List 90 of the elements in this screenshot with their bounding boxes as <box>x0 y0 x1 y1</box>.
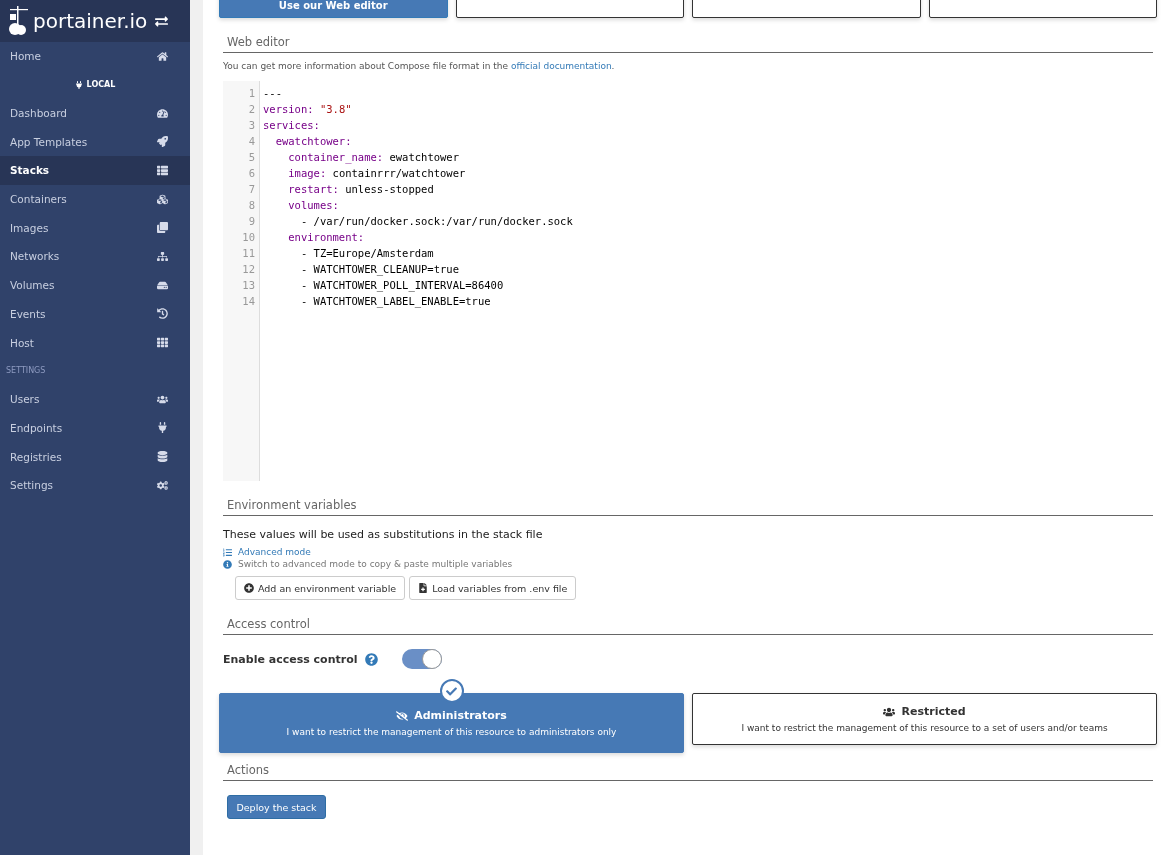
access-option[interactable]: Administrators I want to restrict the management of this resource to administrators only <box>219 693 684 753</box>
section-title: Environment variables <box>223 498 1153 516</box>
sidebar-item[interactable]: Volumes <box>0 270 190 300</box>
documentation-link[interactable]: official documentation <box>510 61 612 71</box>
line-number: 1 <box>248 86 256 101</box>
endpoint-name: LOCAL <box>86 80 116 90</box>
option-description: I want to restrict the management of this resource to administrators only <box>286 727 617 737</box>
line-number: 4 <box>248 134 256 149</box>
info-icon <box>223 559 232 569</box>
home-icon <box>157 50 168 62</box>
info-text: You can get more information about Compose file format in the official documentation. <box>222 61 616 71</box>
list-icon <box>157 164 168 176</box>
section-title: Access control <box>223 617 1153 635</box>
code-line: restart: unless-stopped <box>287 182 435 197</box>
option-description: I want to restrict the management of this resource to a set of users and/or teams <box>741 723 1108 733</box>
line-number: 7 <box>248 182 256 197</box>
line-number: 8 <box>248 198 256 213</box>
build-method-option[interactable]: Use our Web editor <box>219 0 448 18</box>
sidebar-item[interactable]: Events <box>0 299 190 329</box>
toggle-label: Enable access control <box>223 652 358 666</box>
line-number: 3 <box>248 118 256 133</box>
cogs-icon <box>157 479 168 491</box>
sidebar-item[interactable]: App Templates <box>0 127 190 157</box>
section-title: Web editor <box>223 35 1153 53</box>
code-line: - WATCHTOWER_CLEANUP=true <box>299 262 460 277</box>
option-title: Administrators <box>414 709 507 722</box>
sidebar-item[interactable]: Images <box>0 213 190 243</box>
database-icon <box>157 451 168 463</box>
line-number: 9 <box>248 214 256 229</box>
code-line: - WATCHTOWER_LABEL_ENABLE=true <box>299 294 492 309</box>
sidebar-item[interactable]: Settings <box>0 470 190 500</box>
code-line: services: <box>263 118 321 133</box>
sidebar-item[interactable]: Containers <box>0 184 190 214</box>
cubes-icon <box>157 193 168 205</box>
line-number: 2 <box>248 102 256 117</box>
line-number: 5 <box>248 150 256 165</box>
sidebar-item[interactable]: Registries <box>0 442 190 471</box>
line-number: 6 <box>248 166 256 181</box>
env-button[interactable]: Load variables from .env file <box>409 576 577 600</box>
history-icon <box>157 308 168 320</box>
code-line: ewatchtower: <box>274 134 353 149</box>
code-line: --- <box>263 86 283 101</box>
code-line: version: "3.8" <box>263 102 353 117</box>
sidebar-item[interactable]: Users <box>0 384 190 414</box>
line-number: 10 <box>242 230 256 245</box>
eye-slash-icon <box>396 709 409 722</box>
description-text: These values will be used as substitutions in the stack file <box>222 528 544 541</box>
copy-icon <box>157 222 168 234</box>
line-number: 11 <box>242 246 256 261</box>
code-line: environment: <box>287 230 366 245</box>
users-icon <box>157 393 168 405</box>
sidebar-item[interactable]: Endpoints <box>0 413 190 443</box>
option-title: Restricted <box>901 705 966 718</box>
file-plus-icon <box>418 583 429 593</box>
code-line: image: containrrr/watchtower <box>287 166 467 181</box>
code-line: container_name: ewatchtower <box>287 150 460 165</box>
check-icon <box>439 679 464 703</box>
users-icon <box>883 705 896 718</box>
plug-icon <box>74 80 83 89</box>
sidebar-item[interactable]: Host <box>0 328 190 357</box>
access-option[interactable]: Restricted I want to restrict the management of this resource to a set of users and/or teams <box>692 693 1157 745</box>
plug-icon <box>157 422 168 434</box>
sitemap-icon <box>157 250 168 262</box>
line-number: 12 <box>242 262 256 277</box>
section-title: Actions <box>223 763 1153 781</box>
code-line: - /var/run/docker.sock:/var/run/docker.sock <box>299 214 574 229</box>
sidebar-item[interactable]: Home <box>0 42 190 71</box>
line-number: 13 <box>242 278 256 293</box>
rocket-icon <box>157 136 168 148</box>
logo-text: portainer.io <box>33 9 148 33</box>
help-icon[interactable] <box>365 652 379 666</box>
line-number: 14 <box>242 294 256 309</box>
crane-logo-icon <box>8 6 30 36</box>
sidebar-heading: SETTINGS <box>5 365 47 378</box>
advanced-mode-link[interactable]: Advanced mode <box>219 547 1157 557</box>
sidebar-item[interactable]: Stacks <box>0 156 190 185</box>
sidebar-item[interactable]: Dashboard <box>0 98 190 128</box>
env-button[interactable]: Add an environment variable <box>235 576 406 600</box>
code-line: - WATCHTOWER_POLL_INTERVAL=86400 <box>299 278 505 293</box>
access-toggle[interactable] <box>402 649 443 669</box>
hint-text: Switch to advanced mode to copy & paste multiple variables <box>238 559 513 569</box>
deploy-button[interactable]: Deploy the stack <box>227 795 326 819</box>
sidebar-item[interactable]: Networks <box>0 242 190 271</box>
code-line: - TZ=Europe/Amsterdam <box>299 246 435 261</box>
drive-icon <box>157 279 168 291</box>
swap-icon[interactable] <box>155 14 168 28</box>
grid-icon <box>157 337 168 349</box>
code-line: volumes: <box>287 198 340 213</box>
list-icon <box>223 547 232 557</box>
gauge-icon <box>157 107 168 119</box>
